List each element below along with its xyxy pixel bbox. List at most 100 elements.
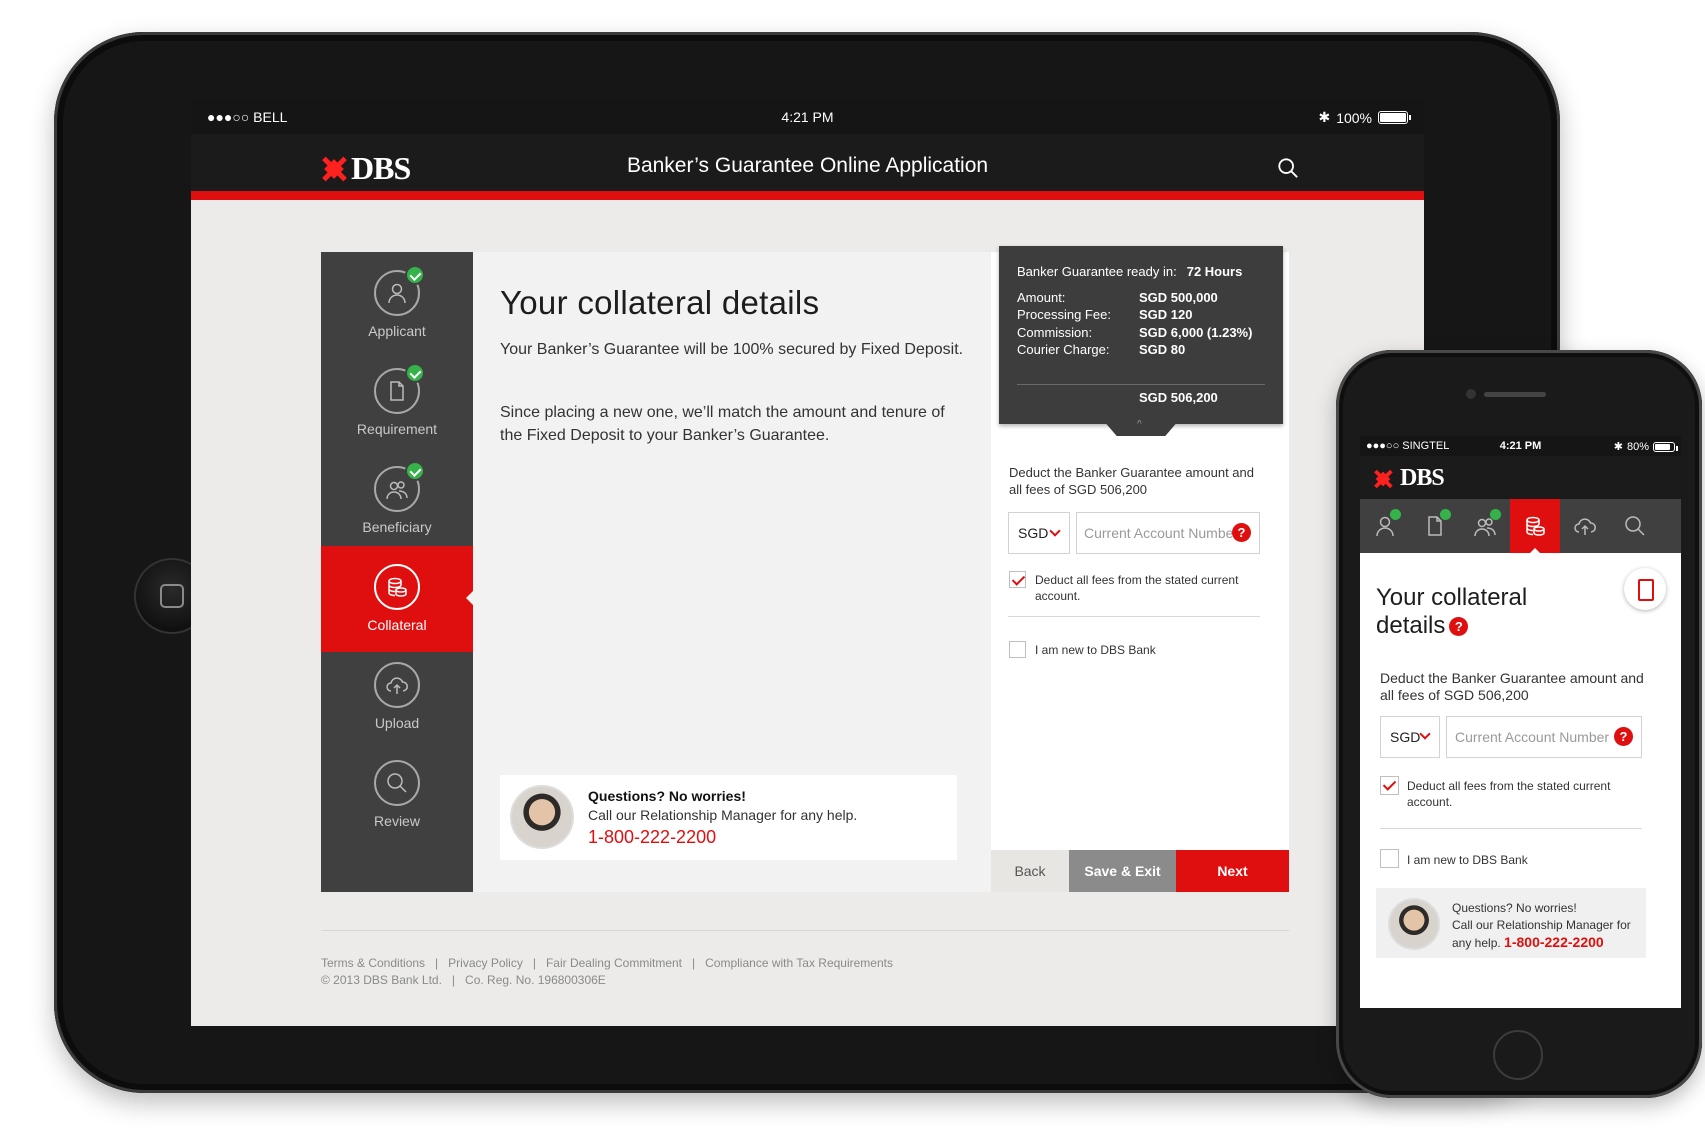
fee-label: Courier Charge: bbox=[1017, 342, 1110, 357]
person-icon bbox=[388, 283, 406, 304]
help-phone-link[interactable]: 1-800-222-2200 bbox=[588, 827, 716, 848]
ready-label: Banker Guarantee ready in: bbox=[1017, 264, 1177, 279]
intro-paragraph: Your Banker’s Guarantee will be 100% sec… bbox=[500, 341, 964, 358]
fee-label: Amount: bbox=[1017, 290, 1066, 305]
step-nav: Applicant Requirement Beneficiary Collat… bbox=[321, 252, 474, 892]
fee-summary: Banker Guarantee ready in: 72 Hours Amoun… bbox=[999, 246, 1283, 436]
nav-item-applicant[interactable]: Applicant bbox=[321, 252, 473, 358]
intro-paragraph-2: Since placing a new one, we’ll match the… bbox=[500, 404, 945, 444]
phone-account-number-input[interactable]: Current Account Number? bbox=[1446, 716, 1642, 758]
phone-deduct-instruction: Deduct the Banker Guarantee amount and a… bbox=[1380, 670, 1644, 703]
ipad-screen: ●●●○○ BELL 4:21 PM ✱ 100% DBS Banker’s G… bbox=[191, 100, 1424, 1026]
chevron-down-icon bbox=[1419, 728, 1431, 740]
status-time: 4:21 PM bbox=[781, 109, 834, 125]
phone-header: DBS bbox=[1360, 456, 1681, 499]
nav-item-requirement[interactable]: Requirement bbox=[321, 350, 473, 456]
help-icon[interactable]: ? bbox=[1449, 617, 1469, 636]
help-call-text: Call our Relationship Manager for any he… bbox=[588, 807, 858, 823]
nav-label: Review bbox=[374, 813, 420, 829]
fee-label: Commission: bbox=[1017, 325, 1093, 340]
check-icon bbox=[405, 265, 425, 285]
collateral-heading: Your collateral details bbox=[500, 284, 820, 321]
coins-icon bbox=[388, 577, 407, 597]
bluetooth-icon: ✱ bbox=[1613, 441, 1623, 453]
phone-new-customer-label: I am new to DBS Bank bbox=[1407, 853, 1528, 867]
footer-copyright: © 2013 DBS Bank Ltd. | Co. Reg. No. 1968… bbox=[321, 973, 606, 987]
check-icon bbox=[405, 461, 425, 481]
help-question: Questions? No worries! bbox=[1452, 901, 1577, 915]
nav-label: Requirement bbox=[356, 421, 438, 437]
phone-new-customer-checkbox[interactable] bbox=[1380, 849, 1399, 868]
help-question: Questions? No worries! bbox=[588, 788, 746, 804]
tab-review[interactable] bbox=[1610, 499, 1660, 553]
phone-deduct-fees-checkbox[interactable] bbox=[1380, 776, 1399, 795]
phone-collateral-heading: Your collateral details? bbox=[1376, 584, 1576, 640]
account-placeholder: Current Account Number bbox=[1455, 729, 1610, 745]
fee-value: SGD 500,000 bbox=[1139, 290, 1218, 305]
document-icon bbox=[390, 381, 404, 401]
nav-item-review[interactable]: Review bbox=[321, 742, 473, 848]
account-number-input[interactable]: Current Account Number? bbox=[1076, 512, 1260, 554]
next-button[interactable]: Next bbox=[1176, 850, 1289, 892]
search-icon[interactable] bbox=[1277, 157, 1299, 179]
check-icon bbox=[1490, 509, 1501, 520]
check-icon bbox=[1390, 509, 1401, 520]
footer-links[interactable]: Terms & Conditions | Privacy Policy | Fa… bbox=[321, 956, 893, 970]
cloud-upload-icon bbox=[1574, 518, 1596, 535]
check-icon bbox=[1440, 509, 1451, 520]
app-header: DBS Banker’s Guarantee Online Applicatio… bbox=[191, 134, 1424, 200]
tab-collateral[interactable] bbox=[1510, 499, 1560, 554]
new-customer-checkbox[interactable] bbox=[1009, 641, 1026, 658]
people-icon bbox=[386, 481, 408, 500]
phone-status-bar: ●●●○○ SINGTEL 4:21 PM ✱ 80% bbox=[1360, 436, 1681, 456]
help-box: Questions? No worries! Call our Relation… bbox=[500, 775, 957, 860]
chevron-down-icon bbox=[1049, 525, 1061, 537]
currency-value: SGD bbox=[1018, 525, 1049, 541]
tab-requirement[interactable] bbox=[1410, 499, 1460, 553]
battery-percent: 100% bbox=[1336, 109, 1372, 126]
fee-value: SGD 120 bbox=[1139, 307, 1193, 322]
tab-upload[interactable] bbox=[1560, 499, 1610, 553]
fee-value: SGD 80 bbox=[1139, 342, 1186, 357]
help-phone-link[interactable]: 1-800-222-2200 bbox=[1504, 934, 1604, 950]
currency-value: SGD bbox=[1390, 729, 1421, 745]
ready-value: 72 Hours bbox=[1186, 264, 1243, 279]
currency-select[interactable]: SGD bbox=[1008, 512, 1070, 554]
deduct-fees-label: Deduct all fees from the stated current … bbox=[1035, 573, 1239, 603]
phone-battery-percent: 80% bbox=[1626, 440, 1649, 453]
status-bar: ●●●○○ BELL 4:21 PM ✱ 100% bbox=[191, 100, 1424, 134]
battery-icon bbox=[1378, 111, 1411, 124]
nav-label: Collateral bbox=[367, 617, 427, 633]
nav-item-upload[interactable]: Upload bbox=[321, 644, 473, 750]
nav-item-collateral[interactable]: Collateral bbox=[321, 546, 474, 652]
battery-icon bbox=[1653, 441, 1678, 452]
cloud-upload-icon bbox=[386, 677, 408, 694]
tab-beneficiary[interactable] bbox=[1460, 499, 1510, 553]
nav-label: Beneficiary bbox=[362, 519, 432, 535]
page-title: Banker’s Guarantee Online Application bbox=[626, 154, 989, 177]
deduct-fees-checkbox[interactable] bbox=[1009, 571, 1026, 588]
phone-currency-select[interactable]: SGD bbox=[1380, 716, 1440, 758]
tab-applicant[interactable] bbox=[1360, 499, 1410, 553]
phone-step-tabs bbox=[1360, 499, 1681, 554]
fee-total: SGD 506,200 bbox=[1139, 390, 1218, 405]
magnifier-icon bbox=[1625, 516, 1645, 536]
calculator-icon[interactable] bbox=[1624, 568, 1666, 610]
save-exit-button[interactable]: Save & Exit bbox=[1069, 850, 1176, 892]
main-panel: Your collateral details Your Banker’s Gu… bbox=[473, 252, 991, 892]
avatar bbox=[1388, 898, 1440, 950]
iphone-home-button[interactable] bbox=[1493, 1030, 1543, 1080]
back-button[interactable]: Back bbox=[991, 850, 1069, 892]
help-icon[interactable]: ? bbox=[1614, 727, 1633, 746]
iphone-screen: ●●●○○ SINGTEL 4:21 PM ✱ 80% DBS Your coll… bbox=[1360, 436, 1681, 1008]
dbs-logo[interactable]: DBS bbox=[1370, 465, 1445, 492]
fee-value: SGD 6,000 (1.23%) bbox=[1139, 325, 1253, 340]
phone-deduct-fees-label: Deduct all fees from the stated current … bbox=[1407, 779, 1611, 809]
help-icon[interactable]: ? bbox=[1232, 523, 1251, 542]
logo-text: DBS bbox=[1400, 465, 1445, 491]
check-icon bbox=[405, 363, 425, 383]
nav-item-beneficiary[interactable]: Beneficiary bbox=[321, 448, 473, 554]
bluetooth-icon: ✱ bbox=[1318, 109, 1331, 125]
nav-label: Upload bbox=[374, 715, 420, 731]
fee-label: Processing Fee: bbox=[1017, 307, 1111, 322]
